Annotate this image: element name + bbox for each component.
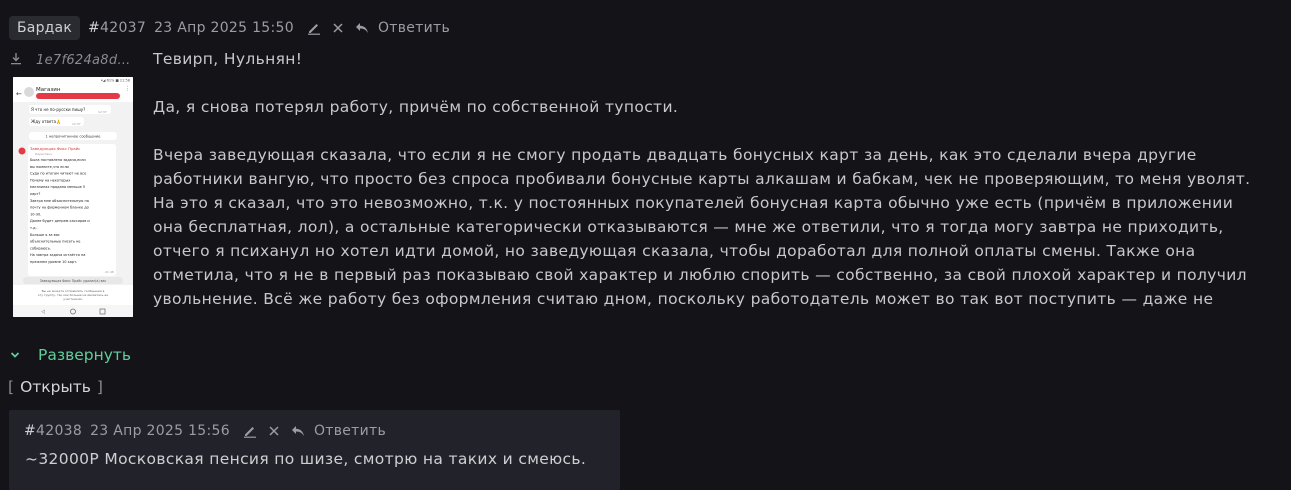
- thumb-message-line: Завтра мне объяснительную на: [30, 199, 89, 203]
- open-label: Открыть: [20, 378, 91, 396]
- svg-text:21:48: 21:48: [105, 270, 114, 274]
- open-link[interactable]: [ Открыть ]: [8, 375, 103, 399]
- reply-header: #42038 23 Апр 2025 15:56 Ответить: [24, 420, 386, 442]
- post-number-hash: #: [88, 20, 101, 36]
- post-paragraph: Да, я снова потерял работу, причём по со…: [153, 98, 679, 116]
- pencil-icon[interactable]: [242, 423, 258, 439]
- reply-number-hash: #: [24, 423, 37, 439]
- file-name[interactable]: 1e7f624a8d…: [36, 53, 131, 68]
- chevron-down-icon: [10, 348, 20, 363]
- close-icon[interactable]: [330, 20, 346, 36]
- download-icon[interactable]: [10, 52, 22, 69]
- reply-number[interactable]: #42038: [24, 423, 82, 439]
- reply-number-value: 42038: [36, 423, 83, 439]
- unread-label: 1 непрочитанное сообщение: [46, 135, 102, 139]
- thumb-message-line: Далее будет депрем кассиров и: [30, 219, 90, 223]
- post-header: Бардак #42037 23 Апр 2025 15:50 Ответить: [9, 16, 450, 40]
- pencil-icon[interactable]: [306, 20, 322, 36]
- svg-text:12:37: 12:37: [98, 110, 107, 114]
- svg-text:←: ←: [16, 90, 22, 98]
- board-badge[interactable]: Бардак: [9, 16, 80, 40]
- expand-label: Развернуть: [38, 346, 132, 364]
- reply-body: ~32000Р Московская пенсия по шизе, смотр…: [25, 450, 587, 468]
- reply-link[interactable]: Ответить: [314, 423, 386, 439]
- reply-icon[interactable]: [354, 20, 370, 36]
- thumb-message-line: собираюсь.: [30, 246, 51, 250]
- thumb-message-line: объяснительные писать не: [30, 240, 80, 244]
- thumb-message-line: вы помните,что если: [30, 165, 69, 169]
- post-number-value: 42037: [100, 20, 147, 36]
- thumb-message-line: прежнем уровне 10 карт.: [30, 260, 77, 264]
- file-row: 1e7f624a8d…: [10, 51, 131, 69]
- svg-text:◁: ◁: [41, 309, 45, 315]
- post-paragraph: Тевирп, Нульнян!: [153, 50, 303, 68]
- thumb-msg1: Я что не по-русски пишу?: [31, 107, 85, 112]
- reply-card: #42038 23 Апр 2025 15:56 Ответить ~32000…: [9, 410, 620, 490]
- redacted-mark: [36, 93, 120, 99]
- svg-text:участником.: участником.: [63, 297, 83, 301]
- post-number[interactable]: #42037: [88, 20, 146, 36]
- svg-text:Переслано: Переслано: [35, 152, 52, 156]
- open-bracket-left: [: [8, 378, 15, 396]
- post-paragraph: Вчера заведующая сказала, что если я не …: [153, 146, 1251, 308]
- thumb-message-line: 10-30.: [30, 212, 41, 216]
- thumb-message-line: почту на фирменном бланке до: [30, 206, 89, 210]
- thumb-message-line: Суда по итогам читают не все: [30, 172, 86, 176]
- svg-text:12:37: 12:37: [72, 122, 81, 126]
- thumb-message-line: На завтра задача остаётся на: [30, 253, 85, 257]
- thumb-message-line: Больше я за вас: [30, 233, 60, 237]
- deleted-note: Заведующая Фикс Прайс удалил(а) вас: [40, 279, 107, 283]
- thumb-sender: Заведующая Фикс Прайс: [30, 146, 80, 151]
- expand-button[interactable]: Развернуть: [10, 343, 131, 367]
- reply-date: 23 Апр 2025 15:56: [90, 423, 230, 439]
- post-date: 23 Апр 2025 15:50: [154, 20, 294, 36]
- post-body: Тевирп, Нульнян! Да, я снова потерял раб…: [153, 47, 1263, 335]
- open-bracket-right: ]: [96, 378, 103, 396]
- close-icon[interactable]: [266, 423, 282, 439]
- thumb-msg2: Жду ответа🙏: [31, 119, 61, 124]
- reply-link[interactable]: Ответить: [378, 20, 450, 36]
- attachment-thumbnail[interactable]: ▾◢ 61% ■ 21:58 ← Магазин ⋮ Я что не по-р…: [13, 77, 133, 317]
- svg-text:⋮: ⋮: [125, 86, 130, 92]
- thumb-message-line: магазинах продано меньше 5: [30, 185, 85, 189]
- chat-title: Магазин: [36, 87, 61, 93]
- reply-icon[interactable]: [290, 423, 306, 439]
- thumb-message-line: Была поставлена задача,если: [30, 158, 86, 162]
- status-bar-text: ▾◢ 61% ■ 21:58: [101, 78, 130, 82]
- thumb-message-line: Почему на некоторых: [30, 178, 70, 182]
- thumb-message-line: карт?: [30, 192, 41, 196]
- thumb-message-line: т.д.: [30, 226, 37, 230]
